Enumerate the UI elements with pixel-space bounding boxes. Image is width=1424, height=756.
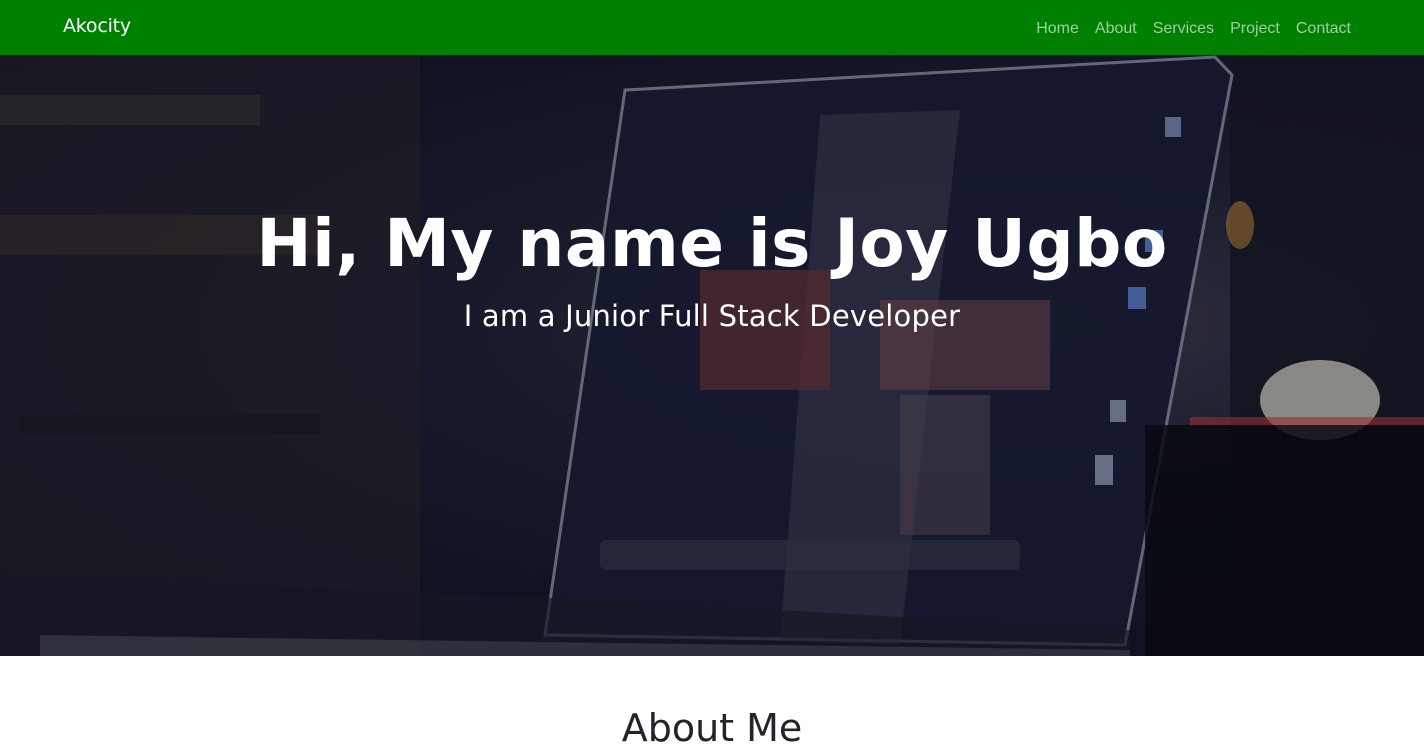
nav-item-home: Home <box>1036 18 1079 38</box>
nav-link-project[interactable]: Project <box>1230 20 1280 37</box>
navbar: Akocity Home About Services Project Cont… <box>0 0 1424 55</box>
about-section: About Me <box>0 656 1424 756</box>
brand-logo-link[interactable]: Akocity <box>63 15 131 37</box>
nav-item-project: Project <box>1230 18 1280 38</box>
hero-subtitle: I am a Junior Full Stack Developer <box>463 299 961 333</box>
nav-item-about: About <box>1095 18 1137 38</box>
nav-link-about[interactable]: About <box>1095 20 1137 37</box>
nav-item-services: Services <box>1153 18 1214 38</box>
nav-link-home[interactable]: Home <box>1036 20 1079 37</box>
nav-links: Home About Services Project Contact <box>1036 18 1351 38</box>
hero-title: Hi, My name is Joy Ugbo <box>256 205 1168 282</box>
about-title: About Me <box>621 706 803 750</box>
nav-item-contact: Contact <box>1296 18 1351 38</box>
hero-overlay <box>0 55 1424 656</box>
hero-section: Hi, My name is Joy Ugbo I am a Junior Fu… <box>0 55 1424 656</box>
nav-link-contact[interactable]: Contact <box>1296 20 1351 37</box>
nav-link-services[interactable]: Services <box>1153 20 1214 37</box>
